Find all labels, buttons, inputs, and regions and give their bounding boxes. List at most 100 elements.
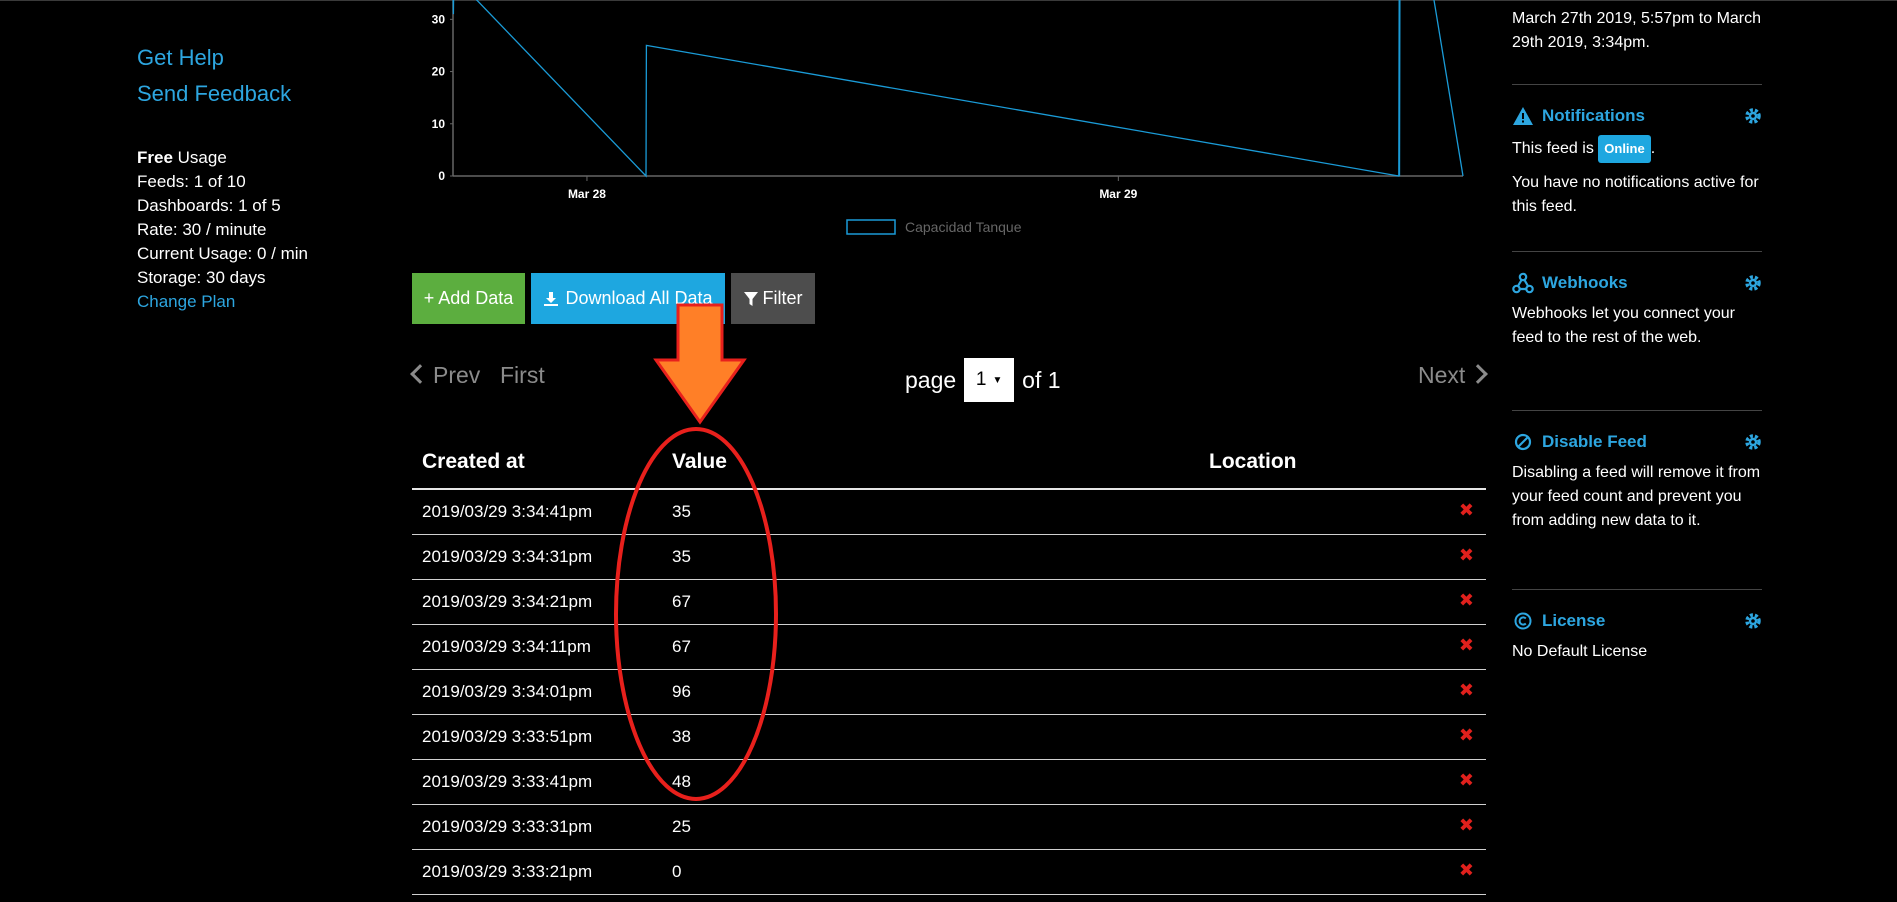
next-label: Next [1418,362,1466,388]
delete-icon[interactable]: ✖ [1459,770,1474,791]
table-row: 2019/03/29 3:34:01pm 96 ✖ [412,670,1486,715]
rate-limit: Rate: 30 / minute [137,220,267,239]
delete-icon[interactable]: ✖ [1459,815,1474,836]
plan-name: Free [137,148,173,167]
notifications-section: Notifications This feed is Online. You h… [1512,84,1762,219]
header-location[interactable]: Location [1209,450,1297,474]
gear-icon[interactable] [1744,612,1762,630]
delete-icon[interactable]: ✖ [1459,500,1474,521]
legend-swatch [846,219,896,235]
table-row: 2019/03/29 3:33:51pm 38 ✖ [412,715,1486,760]
page-select[interactable]: 1 ▼ [964,358,1015,402]
get-help-link[interactable]: Get Help [137,40,397,76]
y-tick-label: 20 [432,65,446,79]
disable-feed-title[interactable]: Disable Feed [1542,432,1647,452]
created-at-cell: 2019/03/29 3:34:21pm [422,592,593,611]
feed-chart: 0 10 20 30 Mar 28 Mar 29 Capacidad Tanque [400,0,1470,245]
table-row: 2019/03/29 3:33:31pm 25 ✖ [412,805,1486,850]
download-all-label: Download All Data [565,288,713,308]
webhooks-text: Webhooks let you connect your feed to th… [1512,305,1735,346]
created-at-cell: 2019/03/29 3:34:31pm [422,547,593,566]
left-sidebar: Get Help Send Feedback Free Usage Feeds:… [137,40,397,314]
prev-label: Prev [433,362,481,388]
value-cell: 48 [672,772,691,791]
delete-icon[interactable]: ✖ [1459,725,1474,746]
license-text: No Default License [1512,643,1648,660]
copyright-icon [1512,610,1534,632]
date-range-text: March 27th 2019, 5:57pm to March 29th 20… [1512,10,1762,51]
value-cell: 67 [672,592,691,611]
first-page-link[interactable]: First [500,362,545,389]
delete-icon[interactable]: ✖ [1459,635,1474,656]
first-label: First [500,362,545,388]
storage-usage: Storage: 30 days [137,268,266,287]
notifications-title[interactable]: Notifications [1542,106,1645,126]
dashboards-usage: Dashboards: 1 of 5 [137,196,281,215]
status-badge: Online [1598,135,1651,163]
page-total: of 1 [1022,366,1061,393]
value-cell: 35 [672,502,691,521]
table-row: 2019/03/29 3:33:41pm 48 ✖ [412,760,1486,805]
created-at-cell: 2019/03/29 3:34:11pm [422,637,591,656]
prev-page-link[interactable]: Prev [410,362,481,389]
y-tick-label: 30 [432,12,446,26]
gear-icon[interactable] [1744,107,1762,125]
created-at-cell: 2019/03/29 3:33:41pm [422,772,593,791]
next-page-link[interactable]: Next [1418,362,1489,389]
gear-icon[interactable] [1744,433,1762,451]
gear-icon[interactable] [1744,274,1762,292]
current-usage: Current Usage: 0 / min [137,244,309,263]
legend-label: Capacidad Tanque [905,219,1022,235]
chart-svg: 0 10 20 30 Mar 28 Mar 29 Capacidad Tanque [432,0,1464,235]
download-all-data-button[interactable]: Download All Data [531,273,725,324]
table-row: 2019/03/29 3:34:31pm 35 ✖ [412,535,1486,580]
webhooks-title[interactable]: Webhooks [1542,273,1628,293]
chevron-right-icon [1468,364,1489,384]
feed-status-line: This feed is Online. [1512,135,1762,163]
change-plan-link[interactable]: Change Plan [137,290,397,314]
header-value[interactable]: Value [672,450,727,474]
created-at-cell: 2019/03/29 3:33:51pm [422,727,593,746]
x-tick-label: Mar 28 [568,187,606,201]
status-suffix: . [1650,140,1656,157]
filter-button[interactable]: Filter [731,273,815,324]
table-row: 2019/03/29 3:34:21pm 67 ✖ [412,580,1486,625]
page-label: page [905,366,957,393]
created-at-cell: 2019/03/29 3:33:21pm [422,862,593,881]
value-cell: 96 [672,682,691,701]
license-title[interactable]: License [1542,611,1605,631]
delete-icon[interactable]: ✖ [1459,590,1474,611]
license-section: License No Default License [1512,589,1762,664]
usage-label: Usage [177,148,227,167]
created-at-cell: 2019/03/29 3:34:01pm [422,682,593,701]
send-feedback-link[interactable]: Send Feedback [137,76,397,112]
value-cell: 0 [672,862,682,881]
created-at-cell: 2019/03/29 3:33:31pm [422,817,593,836]
filter-icon [743,291,758,306]
value-cell: 67 [672,637,691,656]
delete-icon[interactable]: ✖ [1459,545,1474,566]
status-prefix: This feed is [1512,140,1594,157]
created-at-cell: 2019/03/29 3:34:41pm [422,502,593,521]
disable-feed-section: Disable Feed Disabling a feed will remov… [1512,410,1762,533]
download-icon [544,291,559,306]
y-tick-label: 0 [438,169,445,183]
add-data-label: + Add Data [423,288,514,308]
table-row: 2019/03/29 3:33:21pm 0 ✖ [412,850,1486,895]
header-created-at[interactable]: Created at [422,450,525,474]
value-cell: 25 [672,817,691,836]
feeds-usage: Feeds: 1 of 10 [137,172,246,191]
delete-icon[interactable]: ✖ [1459,860,1474,881]
ban-icon [1512,431,1534,453]
usage-panel: Free Usage Feeds: 1 of 10 Dashboards: 1 … [137,146,397,314]
value-cell: 35 [672,547,691,566]
value-cell: 38 [672,727,691,746]
webhooks-section: Webhooks Webhooks let you connect your f… [1512,251,1762,350]
disable-feed-text: Disabling a feed will remove it from you… [1512,464,1761,529]
notifications-text: You have no notifications active for thi… [1512,174,1759,215]
add-data-button[interactable]: + Add Data [412,273,525,324]
delete-icon[interactable]: ✖ [1459,680,1474,701]
series-line [452,0,1464,178]
page-indicator: page 1 ▼ of 1 [905,358,1061,402]
table-header: Created at Value Location [412,440,1486,490]
